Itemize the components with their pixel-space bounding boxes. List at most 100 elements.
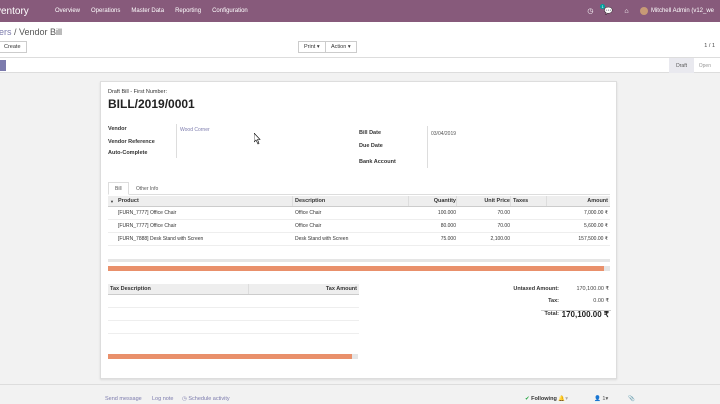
col-divider xyxy=(456,196,457,206)
action-button[interactable]: Action ▾ xyxy=(325,41,357,53)
col-tax-amount[interactable]: Tax Amount xyxy=(326,284,357,294)
status-bar: Draft Open xyxy=(0,58,720,73)
app-brand[interactable]: ventory xyxy=(0,6,52,17)
send-message-button[interactable]: Send message xyxy=(105,396,142,402)
auto-complete-label: Auto-Complete xyxy=(108,150,148,156)
schedule-activity-button[interactable]: ◷ Schedule activity xyxy=(182,396,230,402)
create-button[interactable]: Create xyxy=(0,41,27,53)
following-button[interactable]: ✔ Following 🔔▾ xyxy=(525,396,568,402)
scrollbar-track xyxy=(604,266,610,271)
table-row xyxy=(108,308,359,321)
chat-icon[interactable]: 💬 xyxy=(604,7,613,16)
col-amount[interactable]: Amount xyxy=(587,196,608,206)
tab-bill[interactable]: Bill xyxy=(108,182,129,195)
col-divider xyxy=(248,284,249,294)
stage-open[interactable]: Open xyxy=(692,58,718,73)
mouse-cursor-icon xyxy=(254,133,261,145)
bill-date-field[interactable]: 03/04/2019 xyxy=(431,131,456,137)
cell-unit-price: 2,100.00 xyxy=(490,236,510,242)
clock-icon: ◷ xyxy=(182,396,187,402)
cell-quantity: 80.000 xyxy=(440,223,456,229)
total-label: Total: xyxy=(544,311,559,317)
followers-button[interactable]: 👤 1▾ xyxy=(594,396,608,402)
col-product[interactable]: Product xyxy=(118,196,139,206)
col-description[interactable]: Description xyxy=(295,196,325,206)
bill-date-label: Bill Date xyxy=(359,130,382,136)
tax-lines-table: Tax Description Tax Amount xyxy=(108,284,359,334)
total-row: Total: 170,100.00 ₹ xyxy=(481,310,611,322)
breadcrumb-parent[interactable]: ers xyxy=(0,27,12,37)
menu-operations[interactable]: Operations xyxy=(91,8,120,14)
control-panel: ers / Vendor Bill Create Print ▾ Action … xyxy=(0,22,720,58)
chatter-divider xyxy=(0,384,720,385)
log-note-button[interactable]: Log note xyxy=(152,396,173,402)
col-unit-price[interactable]: Unit Price xyxy=(484,196,510,206)
tax-label: Tax: xyxy=(548,298,559,304)
chatter-bar: Send message Log note ◷ Schedule activit… xyxy=(0,386,720,404)
home-icon[interactable]: ⌂ xyxy=(622,7,631,16)
sort-caret-icon[interactable]: ▼ xyxy=(110,196,114,206)
breadcrumb-current: / Vendor Bill xyxy=(11,27,63,37)
cell-description: Office Chair xyxy=(295,210,322,216)
scrollbar-track xyxy=(352,354,358,359)
vendor-field[interactable]: Wood Corner xyxy=(180,127,210,133)
col-taxes[interactable]: Taxes xyxy=(513,196,528,206)
cell-amount: 7,000.00 ₹ xyxy=(583,210,608,216)
untaxed-label: Untaxed Amount: xyxy=(513,286,559,292)
bell-icon: 🔔▾ xyxy=(558,396,568,402)
draft-label: Draft Bill - First Number: xyxy=(108,89,167,95)
col-divider xyxy=(546,196,547,206)
print-button[interactable]: Print ▾ xyxy=(298,41,326,53)
tax-horizontal-scrollbar[interactable] xyxy=(108,354,352,359)
table-row xyxy=(108,321,359,334)
menu-overview[interactable]: Overview xyxy=(55,8,80,14)
table-row xyxy=(108,295,359,308)
col-quantity[interactable]: Quantity xyxy=(434,196,456,206)
user-icon: 👤 xyxy=(594,396,601,402)
breadcrumb: ers / Vendor Bill xyxy=(0,27,62,37)
menu-master-data[interactable]: Master Data xyxy=(131,8,164,14)
vendor-label: Vendor xyxy=(108,126,127,132)
col-tax-description[interactable]: Tax Description xyxy=(110,284,151,294)
tab-other-info[interactable]: Other Info xyxy=(130,182,164,195)
cell-description: Desk Stand with Screen xyxy=(295,236,349,242)
cell-amount: 5,600.00 ₹ xyxy=(583,223,608,229)
pager[interactable]: 1 / 1 xyxy=(704,43,715,49)
tax-table-header: Tax Description Tax Amount xyxy=(108,284,359,295)
stage-draft[interactable]: Draft xyxy=(669,58,694,73)
field-separator xyxy=(176,124,177,158)
field-separator xyxy=(427,126,428,168)
untaxed-value: 170,100.00 ₹ xyxy=(576,286,609,292)
user-menu[interactable]: Mitchell Admin (v12_we xyxy=(639,7,714,15)
followers-count: 1 xyxy=(602,396,606,402)
bill-title: BILL/2019/0001 xyxy=(108,97,195,111)
avatar xyxy=(639,7,648,15)
col-divider xyxy=(510,196,511,206)
invoice-lines-table: ▼ Product Description Quantity Unit Pric… xyxy=(108,196,610,246)
menu-configuration[interactable]: Configuration xyxy=(212,8,248,14)
main-menu: Overview Operations Master Data Reportin… xyxy=(52,8,259,14)
cell-quantity: 100.000 xyxy=(437,210,456,216)
cell-product: [FURN_7777] Office Chair xyxy=(118,223,177,229)
table-row[interactable]: [FURN_7777] Office Chair Office Chair 10… xyxy=(108,207,610,220)
attachment-icon[interactable]: 📎 xyxy=(628,396,635,402)
untaxed-row: Untaxed Amount: 170,100.00 ₹ xyxy=(481,286,611,298)
cell-product: [FURN_7777] Office Chair xyxy=(118,210,177,216)
clock-icon[interactable]: ◷ xyxy=(586,7,595,16)
schedule-activity-label: Schedule activity xyxy=(188,396,230,402)
edit-button[interactable] xyxy=(0,60,6,71)
bank-account-label: Bank Account xyxy=(359,159,396,165)
cell-description: Office Chair xyxy=(295,223,322,229)
cell-unit-price: 70.00 xyxy=(497,223,510,229)
horizontal-scrollbar[interactable] xyxy=(108,266,604,271)
table-row[interactable]: [FURN_7888] Desk Stand with Screen Desk … xyxy=(108,233,610,246)
menu-reporting[interactable]: Reporting xyxy=(175,8,201,14)
due-date-label: Due Date xyxy=(359,143,383,149)
scrollbar-track xyxy=(108,259,610,262)
tax-value: 0.00 ₹ xyxy=(593,298,609,304)
col-divider xyxy=(408,196,409,206)
notebook-tabs: Bill Other Info xyxy=(108,182,610,195)
following-label: Following xyxy=(531,396,557,402)
table-row[interactable]: [FURN_7777] Office Chair Office Chair 80… xyxy=(108,220,610,233)
user-name: Mitchell Admin (v12_we xyxy=(650,8,714,14)
